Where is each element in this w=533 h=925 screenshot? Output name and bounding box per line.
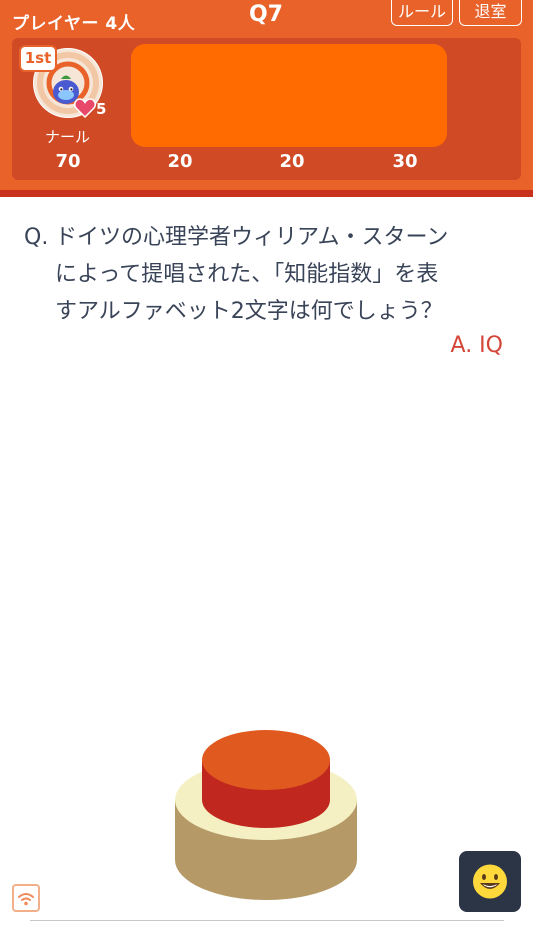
player-name: ナール [44,128,90,146]
answer-text: A. IQ [450,333,503,358]
exit-room-button[interactable]: 退室 [459,0,522,26]
score-cell: 20 [167,151,193,172]
question-text: ドイツの心理学者ウィリアム・スターン によって提唱された、「知能指数」を表 すア… [55,225,449,324]
answer-input-slot [131,44,447,147]
score-cell: 70 [55,151,81,172]
rules-button[interactable]: ルール [391,0,453,26]
buzzer-button[interactable] [170,720,362,905]
heart-icon [74,98,96,119]
smiley-face-icon [473,864,507,899]
question-prefix: Q. [24,225,49,250]
score-cell: 30 [392,151,418,172]
heart-count: 5 [96,100,107,118]
rank-badge: 1st [19,45,57,72]
question-number: Q7 [248,2,283,27]
header-divider [0,190,533,197]
wifi-icon [18,893,34,906]
connection-status-button[interactable] [12,884,40,912]
bottom-divider [30,920,504,921]
players-count: プレイヤー 4人 [12,14,136,34]
score-cell: 20 [279,151,305,172]
emoji-reaction-button[interactable] [459,851,521,912]
